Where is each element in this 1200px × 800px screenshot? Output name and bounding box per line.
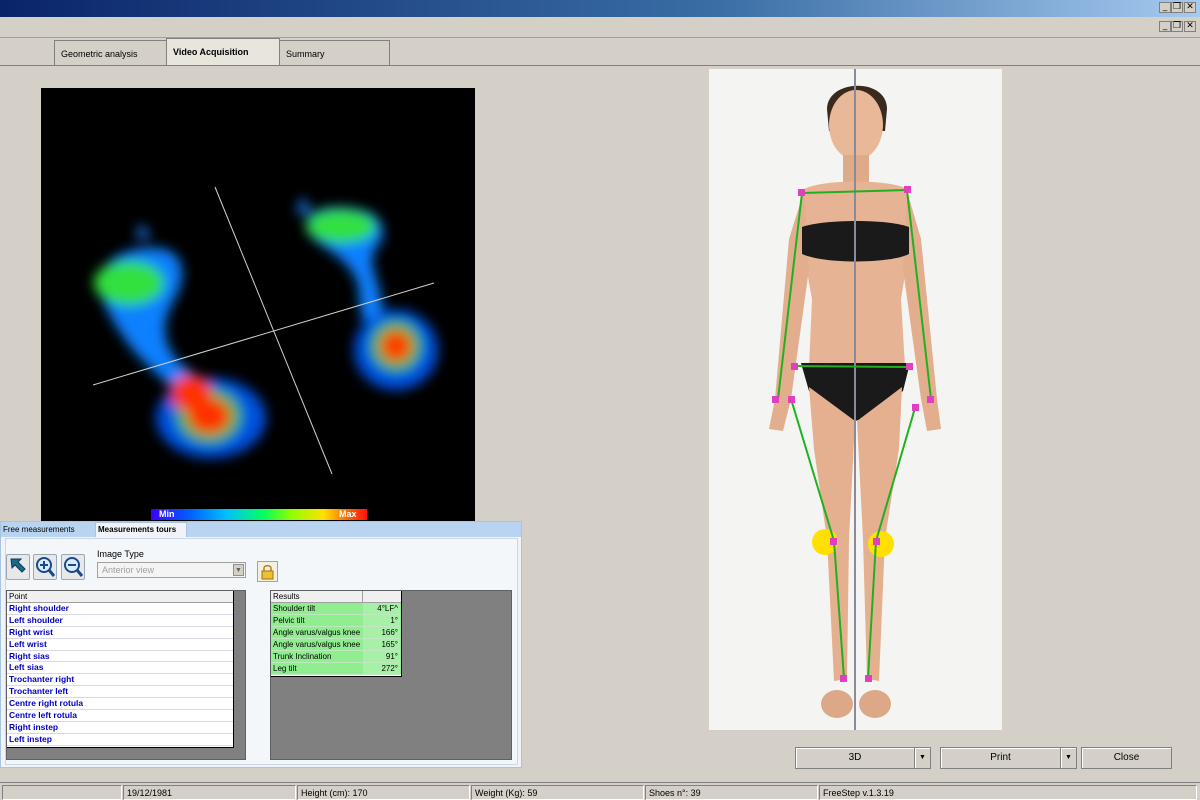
result-name: Shoulder tilt: [273, 604, 316, 613]
scale-max-label: Max: [339, 509, 357, 519]
list-item[interactable]: Trochanter left: [7, 686, 233, 699]
select-tool-button[interactable]: [6, 554, 30, 580]
status-bar: 19/12/1981 Height (cm): 170 Weight (Kg):…: [0, 782, 1200, 800]
arrow-up-left-icon: [10, 558, 26, 573]
image-type-select[interactable]: Anterior view ▼: [97, 562, 246, 578]
list-item[interactable]: Left wrist: [7, 639, 233, 651]
print-button[interactable]: Print: [940, 747, 1061, 769]
list-item[interactable]: Left instep: [7, 734, 233, 746]
result-name: Angle varus/valgus knee: [273, 628, 361, 637]
tab-divider: [0, 65, 1200, 66]
tab-label: Geometric analysis: [61, 49, 138, 59]
table-row[interactable]: Angle varus/valgus knee 166°: [271, 627, 401, 639]
column-separator: [362, 591, 363, 603]
result-name: Trunk Inclination: [273, 652, 332, 661]
result-value: 91°: [363, 651, 400, 662]
minimize-icon[interactable]: _: [1159, 21, 1171, 32]
list-item[interactable]: Centre right rotula: [7, 698, 233, 711]
tab-label: Free measurements: [3, 525, 75, 534]
tab-video-acquisition[interactable]: Video Acquisition: [166, 38, 280, 66]
results-header: Results: [271, 591, 401, 603]
list-item[interactable]: Right shoulder: [7, 603, 233, 615]
tab-label: Summary: [286, 49, 325, 59]
table-row[interactable]: Trunk Inclination 91°: [271, 651, 401, 663]
status-shoes: Shoes n°: 39: [645, 785, 818, 800]
result-name: Leg tilt: [273, 664, 297, 673]
results-header-label: Results: [273, 592, 300, 601]
status-date: 19/12/1981: [123, 785, 296, 800]
measurements-tabs: Free measurements Measurements tours: [1, 522, 521, 537]
table-row[interactable]: Leg tilt 272°: [271, 663, 401, 675]
results-list[interactable]: Results Shoulder tilt 4°LF^ Pelvic tilt 1°…: [270, 590, 512, 760]
scale-min-label: Min: [159, 509, 175, 519]
chevron-down-icon[interactable]: ▼: [233, 564, 244, 576]
point-list[interactable]: Point Right shoulder Left shoulder Right…: [6, 590, 246, 760]
status-empty: [2, 785, 122, 800]
list-item[interactable]: Left sias: [7, 662, 233, 675]
close-icon[interactable]: ✕: [1184, 2, 1196, 13]
body-figure: [769, 69, 941, 730]
close-icon[interactable]: ✕: [1184, 21, 1196, 32]
chevron-down-icon[interactable]: ▼: [914, 747, 931, 769]
lock-icon: [261, 565, 274, 580]
color-scale-bar: [151, 509, 367, 520]
tab-label: Measurements tours: [98, 525, 177, 534]
point-list-table: Point Right shoulder Left shoulder Right…: [7, 591, 234, 748]
chevron-down-icon[interactable]: ▼: [1060, 747, 1077, 769]
title-bar: [0, 0, 1200, 17]
tab-measurements-tours[interactable]: Measurements tours: [95, 522, 187, 537]
tab-geometric-analysis[interactable]: Geometric analysis: [54, 40, 167, 66]
result-value: 272°: [363, 663, 400, 674]
point-list-header: Point: [7, 591, 233, 603]
result-value: 165°: [363, 639, 400, 650]
zoom-in-button[interactable]: [33, 554, 57, 580]
list-item[interactable]: Left shoulder: [7, 615, 233, 627]
lock-button[interactable]: [257, 561, 278, 582]
status-height: Height (cm): 170: [297, 785, 470, 800]
table-row[interactable]: Shoulder tilt 4°LF^: [271, 603, 401, 615]
status-weight: Weight (Kg): 59: [471, 785, 644, 800]
list-item[interactable]: Right wrist: [7, 627, 233, 639]
table-row[interactable]: Angle varus/valgus knee 165°: [271, 639, 401, 651]
image-type-label: Image Type: [97, 549, 144, 559]
tab-free-measurements[interactable]: Free measurements: [1, 523, 95, 537]
minimize-icon[interactable]: _: [1159, 2, 1171, 13]
list-item[interactable]: Trochanter right: [7, 674, 233, 687]
list-item[interactable]: Right instep: [7, 722, 233, 734]
tab-summary[interactable]: Summary: [279, 40, 390, 66]
pressure-heatmap[interactable]: Min Max: [41, 88, 475, 522]
result-name: Angle varus/valgus knee: [273, 640, 361, 649]
status-version: FreeStep v.1.3.19: [819, 785, 1197, 800]
results-table: Results Shoulder tilt 4°LF^ Pelvic tilt 1°…: [271, 591, 402, 677]
zoom-in-icon: [36, 557, 56, 577]
image-type-value: Anterior view: [102, 565, 155, 575]
zoom-out-button[interactable]: [61, 554, 85, 580]
list-item[interactable]: Centre left rotula: [7, 710, 233, 722]
3d-button[interactable]: 3D: [795, 747, 915, 769]
table-row[interactable]: Pelvic tilt 1°: [271, 615, 401, 627]
menu-strip: [0, 17, 1200, 38]
restore-icon[interactable]: ❐: [1171, 2, 1183, 13]
result-name: Pelvic tilt: [273, 616, 305, 625]
close-button[interactable]: Close: [1081, 747, 1172, 769]
list-item[interactable]: Right sias: [7, 651, 233, 663]
result-value: 1°: [363, 615, 400, 626]
tab-label: Video Acquisition: [173, 47, 249, 57]
posture-photo[interactable]: [709, 69, 1002, 730]
result-value: 166°: [363, 627, 400, 638]
heatmap-graphic: [92, 186, 438, 475]
zoom-out-icon: [64, 557, 84, 577]
result-value: 4°LF^: [363, 603, 400, 614]
tab-bar: Geometric analysis Video Acquisition Sum…: [0, 38, 1200, 66]
restore-icon[interactable]: ❐: [1171, 21, 1183, 32]
